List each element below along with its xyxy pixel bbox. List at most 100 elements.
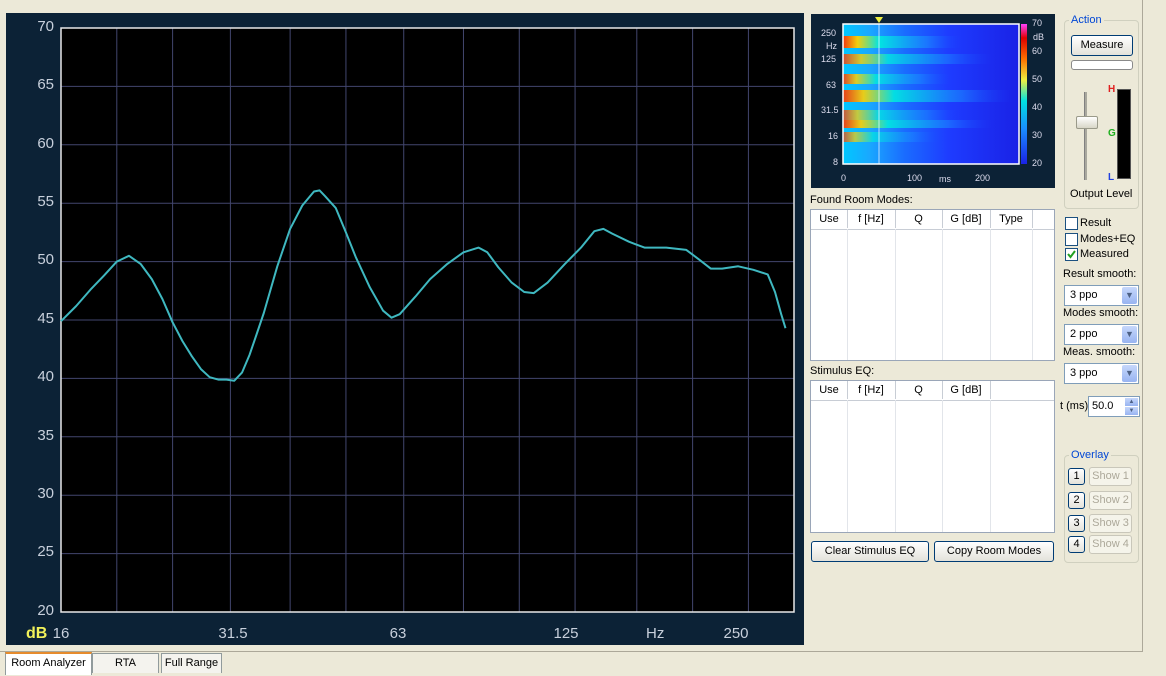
result-checkbox-label: Result: [1080, 217, 1112, 229]
color-scale-bar: [1021, 24, 1027, 164]
stimulus-eq-header: Use f [Hz] Q G [dB]: [811, 381, 1054, 401]
column-header-freq[interactable]: f [Hz]: [847, 381, 896, 399]
y-tick-label: 30: [37, 485, 54, 502]
time-window-label: t (ms): [1060, 400, 1089, 412]
result-smooth-value: 3 ppo: [1070, 289, 1098, 301]
column-header-q[interactable]: Q: [895, 381, 943, 399]
overlay-store-4-button[interactable]: 4: [1068, 536, 1085, 553]
spec-y-tick: 16: [828, 131, 839, 141]
window-frame-edge: [1142, 0, 1143, 651]
measured-checkbox-label: Measured: [1080, 248, 1129, 260]
meas-smooth-select[interactable]: 3 ppo ▼: [1064, 363, 1139, 384]
meter-low-label: L: [1108, 172, 1115, 183]
stimulus-eq-table[interactable]: Use f [Hz] Q G [dB]: [810, 380, 1055, 533]
output-level-slider-track[interactable]: [1084, 92, 1087, 180]
modes-eq-checkbox[interactable]: [1065, 233, 1078, 246]
scale-tick: 70: [1032, 18, 1043, 28]
spectrogram-svg: [842, 17, 1027, 165]
y-tick-label: 65: [37, 76, 54, 93]
x-tick-label: 125: [553, 625, 579, 642]
overlay-store-1-button[interactable]: 1: [1068, 468, 1085, 485]
spin-down-icon[interactable]: ▼: [1125, 407, 1138, 415]
column-header-use[interactable]: Use: [811, 210, 848, 228]
meter-high-label: H: [1108, 84, 1116, 95]
spec-y-tick: 8: [833, 157, 839, 167]
measure-progress-bar: [1071, 60, 1133, 70]
y-tick-label: 60: [37, 135, 54, 152]
tab-rta[interactable]: RTA: [92, 653, 159, 673]
column-header-gain[interactable]: G [dB]: [942, 210, 991, 228]
y-tick-label: 25: [37, 543, 54, 560]
x-tick-label: 63: [389, 625, 407, 642]
graph-svg: [60, 27, 795, 613]
meas-smooth-label: Meas. smooth:: [1063, 346, 1136, 358]
spec-y-tick: 125: [821, 54, 837, 64]
y-tick-label: 20: [37, 602, 54, 619]
overlay-show-2-button[interactable]: Show 2: [1089, 491, 1132, 510]
scale-tick: 50: [1032, 74, 1043, 84]
column-header-gain[interactable]: G [dB]: [942, 381, 991, 399]
scale-tick: 40: [1032, 102, 1043, 112]
modes-smooth-select[interactable]: 2 ppo ▼: [1064, 324, 1139, 345]
scale-tick: 20: [1032, 158, 1043, 168]
modes-smooth-value: 2 ppo: [1070, 328, 1098, 340]
checkmark-icon: [1067, 250, 1076, 259]
stimulus-eq-label: Stimulus EQ:: [810, 365, 875, 377]
output-level-slider-thumb[interactable]: [1076, 116, 1098, 129]
y-tick-label: 45: [37, 310, 54, 327]
x-unit-label: Hz: [646, 625, 665, 642]
copy-room-modes-button[interactable]: Copy Room Modes: [934, 541, 1054, 562]
measured-checkbox[interactable]: [1065, 248, 1078, 261]
result-smooth-select[interactable]: 3 ppo ▼: [1064, 285, 1139, 306]
spec-y-tick: 63: [826, 80, 837, 90]
meter-good-label: G: [1108, 128, 1116, 139]
clear-stimulus-eq-button[interactable]: Clear Stimulus EQ: [811, 541, 929, 562]
y-tick-label: 50: [37, 251, 54, 268]
x-tick-label: 16: [52, 625, 70, 642]
time-cursor-marker[interactable]: [875, 17, 883, 23]
room-modes-header: Use f [Hz] Q G [dB] Type: [811, 210, 1054, 230]
result-checkbox[interactable]: [1065, 217, 1078, 230]
overlay-store-3-button[interactable]: 3: [1068, 515, 1085, 532]
spec-x-tick: 100: [907, 173, 923, 183]
column-header-q[interactable]: Q: [895, 210, 943, 228]
column-header-type[interactable]: Type: [990, 210, 1033, 228]
tab-room-analyzer[interactable]: Room Analyzer: [5, 652, 92, 675]
window-frame-edge: [0, 651, 1143, 652]
frequency-response-graph: 70 65 60 55 50 45 40 35 30 25 20 dB 16 3…: [6, 13, 804, 645]
spec-x-tick: 200: [975, 173, 991, 183]
output-level-meter: [1117, 89, 1131, 179]
scale-unit: dB: [1033, 32, 1045, 42]
action-group-title: Action: [1069, 14, 1104, 26]
tab-full-range[interactable]: Full Range: [161, 653, 222, 673]
chevron-down-icon[interactable]: ▼: [1122, 365, 1137, 382]
y-tick-label: 40: [37, 368, 54, 385]
time-window-value: 50.0: [1092, 400, 1114, 412]
overlay-show-1-button[interactable]: Show 1: [1089, 467, 1132, 486]
chevron-down-icon[interactable]: ▼: [1122, 326, 1137, 343]
modes-eq-checkbox-label: Modes+EQ: [1080, 233, 1136, 245]
spin-up-icon[interactable]: ▲: [1125, 398, 1138, 406]
overlay-show-3-button[interactable]: Show 3: [1089, 514, 1132, 533]
overlay-show-4-button[interactable]: Show 4: [1089, 535, 1132, 554]
column-header-freq[interactable]: f [Hz]: [847, 210, 896, 228]
spec-y-unit: Hz: [826, 41, 837, 51]
column-header-use[interactable]: Use: [811, 381, 848, 399]
scale-tick: 60: [1032, 46, 1043, 56]
spectrogram-panel: 250 Hz 125 63 31.5 16 8 0 100 ms 200 70 …: [811, 14, 1055, 188]
result-smooth-label: Result smooth:: [1063, 268, 1137, 280]
y-tick-label: 35: [37, 427, 54, 444]
overlay-store-2-button[interactable]: 2: [1068, 492, 1085, 509]
spec-x-tick: 0: [841, 173, 847, 183]
meas-smooth-value: 3 ppo: [1070, 367, 1098, 379]
spec-x-unit: ms: [939, 174, 951, 184]
spec-y-tick: 31.5: [821, 105, 839, 115]
measure-button[interactable]: Measure: [1071, 35, 1133, 56]
room-modes-table[interactable]: Use f [Hz] Q G [dB] Type: [810, 209, 1055, 361]
time-window-spinner[interactable]: 50.0 ▲ ▼: [1088, 396, 1140, 417]
room-modes-label: Found Room Modes:: [810, 194, 913, 206]
modes-smooth-label: Modes smooth:: [1063, 307, 1139, 319]
scale-tick: 30: [1032, 130, 1043, 140]
chevron-down-icon[interactable]: ▼: [1122, 287, 1137, 304]
spec-y-tick: 250: [821, 28, 837, 38]
